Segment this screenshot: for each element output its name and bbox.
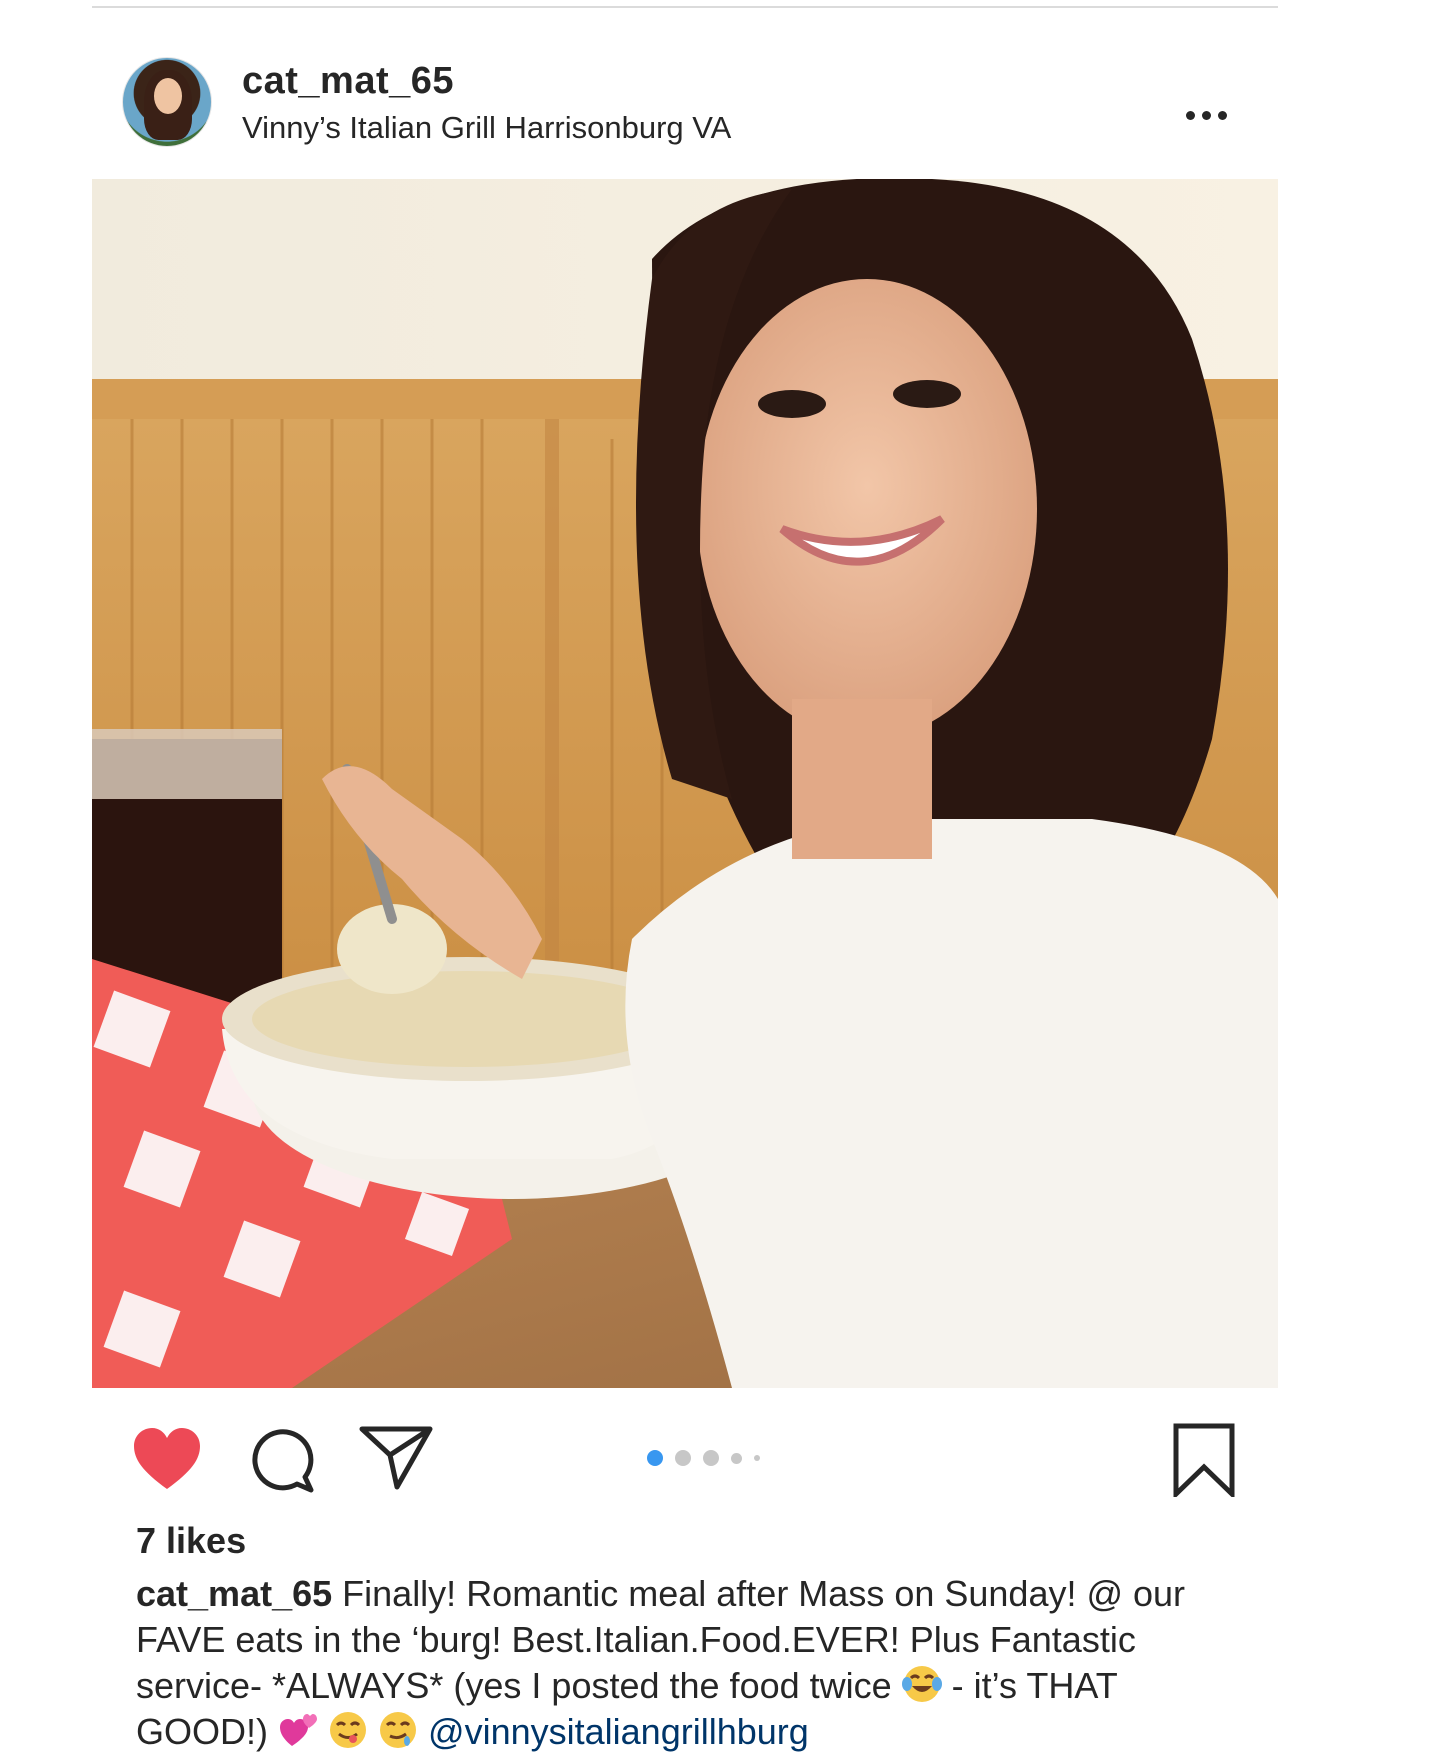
face — [697, 279, 1037, 739]
more-dot — [1186, 110, 1195, 120]
top-divider — [92, 6, 1278, 8]
post-location[interactable]: Vinny’s Italian Grill Harrisonburg VA — [242, 110, 731, 146]
carousel-dot — [731, 1452, 742, 1464]
savoring-food-emoji-icon — [330, 1712, 367, 1748]
glass-foam — [92, 729, 282, 799]
instagram-post: cat_mat_65 Vinny’s Italian Grill Harriso… — [92, 22, 1278, 1763]
tears-of-joy-emoji-icon — [901, 1666, 942, 1702]
post-actions — [92, 1388, 1278, 1518]
left-eye — [758, 390, 826, 418]
avatar[interactable] — [122, 57, 212, 147]
caption-username[interactable]: cat_mat_65 — [136, 1573, 332, 1614]
more-options-icon[interactable] — [1186, 107, 1232, 123]
more-dot — [1218, 110, 1227, 120]
pasta — [252, 971, 682, 1067]
carousel-dot — [754, 1455, 760, 1461]
blouse — [625, 819, 1278, 1388]
carousel-dot — [647, 1450, 663, 1466]
carousel-dot — [703, 1450, 719, 1466]
caption-mention-link[interactable]: @vinnysitaliangrillhburg — [428, 1711, 809, 1752]
paper-plane-icon[interactable] — [359, 1425, 433, 1491]
bookmark-icon[interactable] — [1173, 1423, 1235, 1497]
post-caption: cat_mat_65 Finally! Romantic meal after … — [136, 1571, 1236, 1755]
photo-illustration — [92, 179, 1278, 1388]
post-username[interactable]: cat_mat_65 — [242, 60, 454, 103]
post-photo[interactable] — [92, 179, 1278, 1388]
neck — [792, 699, 932, 859]
comment-icon[interactable] — [249, 1427, 315, 1493]
avatar-face — [154, 78, 182, 114]
right-eye — [893, 380, 961, 408]
heart-filled-icon[interactable] — [132, 1427, 202, 1491]
two-hearts-emoji-icon — [280, 1714, 317, 1746]
likes-count[interactable]: 7 likes — [136, 1520, 246, 1562]
drooling-face-emoji-icon — [380, 1712, 417, 1748]
post-header: cat_mat_65 Vinny’s Italian Grill Harriso… — [92, 22, 1278, 179]
carousel-dot — [675, 1450, 691, 1466]
more-dot — [1202, 110, 1211, 120]
carousel-indicator[interactable] — [647, 1450, 760, 1466]
